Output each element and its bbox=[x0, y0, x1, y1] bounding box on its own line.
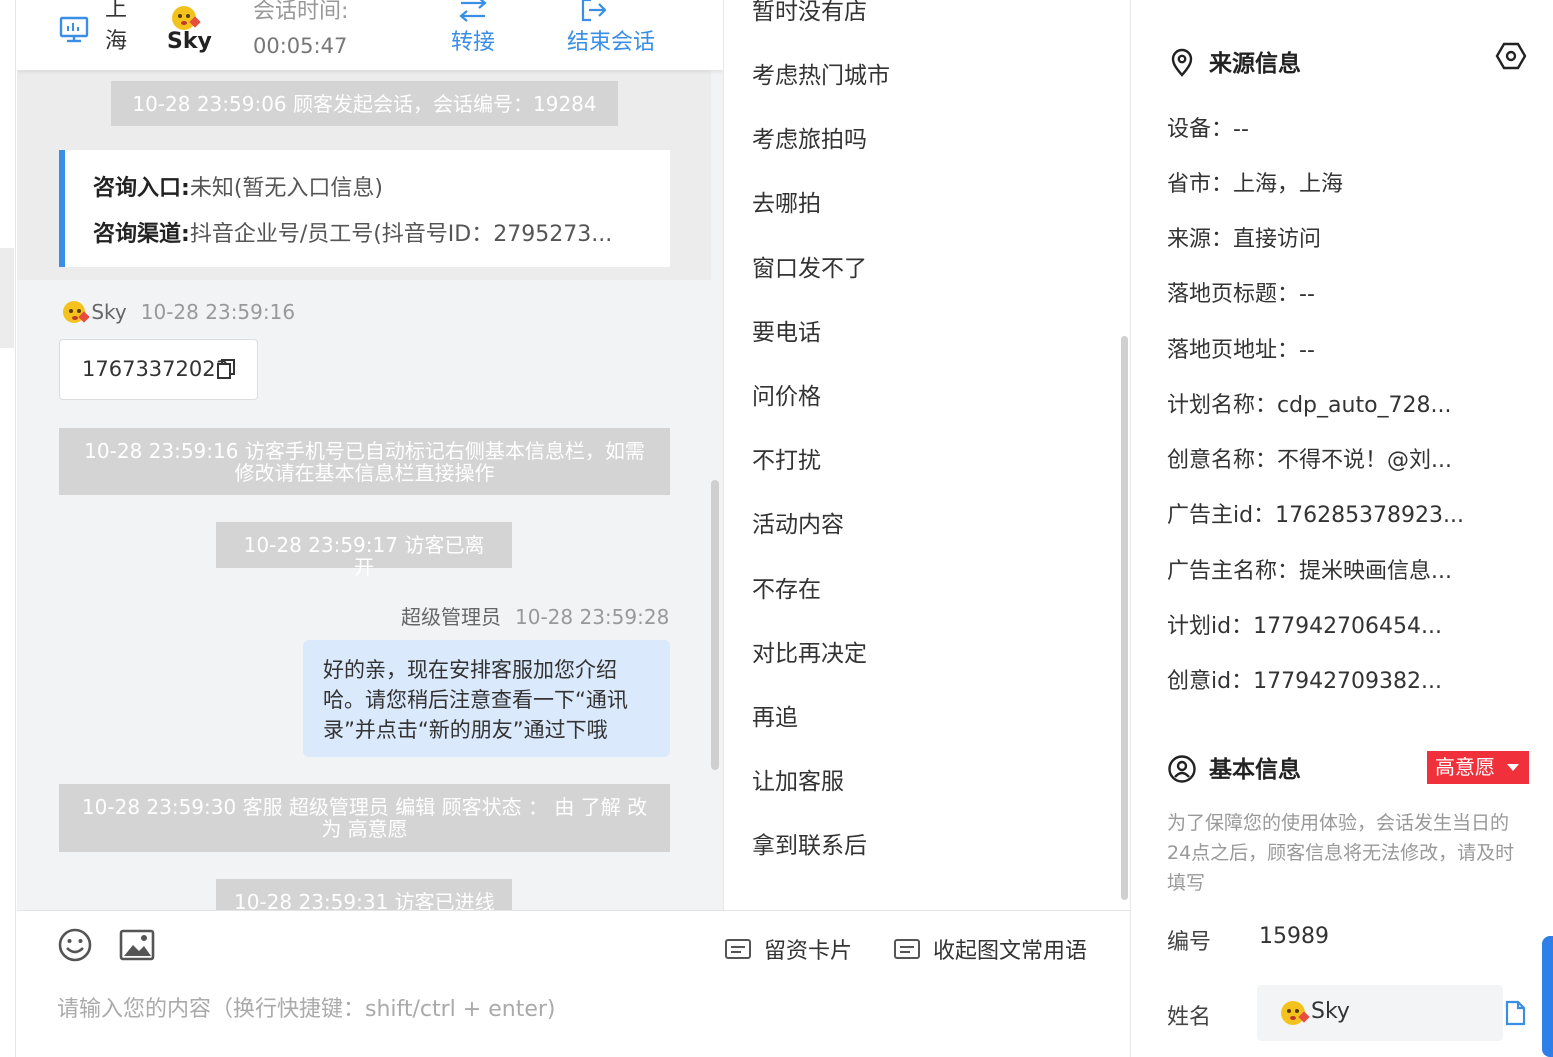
settings-hex-icon[interactable] bbox=[1495, 40, 1527, 72]
collapse-phrases-button[interactable]: 收起图文常用语 bbox=[893, 933, 1087, 965]
copy-icon[interactable] bbox=[217, 359, 235, 379]
session-start-message: 10-28 23:59:06 顾客发起会话，会话编号：19284 bbox=[111, 81, 618, 126]
agent-message-time: 10-28 23:59:28 bbox=[515, 605, 670, 629]
end-session-label: 结束会话 bbox=[566, 30, 655, 55]
session-time-value: 00:05:47 bbox=[253, 34, 348, 58]
left-edge-strip bbox=[0, 0, 16, 1057]
agent-message-bubble: 好的亲，现在安排客服加您介绍哈。请您稍后注意查看一下“通讯录”并点击“新的朋友”… bbox=[303, 640, 670, 757]
basic-info-label: 基本信息 bbox=[1209, 757, 1301, 783]
phrase-item[interactable]: 要电话 bbox=[752, 313, 821, 347]
channel-row: 咨询渠道:抖音企业号/员工号(抖音号ID：2795273... bbox=[93, 216, 670, 262]
phrase-item[interactable]: 让加客服 bbox=[752, 762, 844, 796]
app-root: 上海 Sky 会话时间: 00:05:47 转接 结束会话 10-28 23:5… bbox=[0, 0, 1553, 1057]
visitor-name: Sky bbox=[167, 29, 212, 54]
edit-deadline-notice: 为了保障您的使用体验，会话发生当日的24点之后，顾客信息将无法修改，请及时填写 bbox=[1167, 812, 1515, 894]
visitor-message-meta: Sky 10-28 23:59:16 bbox=[63, 300, 295, 324]
channel-value: 抖音企业号/员工号(抖音号ID：2795273... bbox=[189, 222, 613, 247]
message-input-area: 留资卡片 收起图文常用语 请输入您的内容（换行快捷键：shift/ctrl + … bbox=[17, 910, 1130, 1057]
customer-name-label: 姓名 bbox=[1167, 1005, 1212, 1030]
entry-label: 咨询入口: bbox=[93, 176, 190, 201]
source-row-advertiser-id: 广告主id：176285378923... bbox=[1167, 503, 1465, 528]
phrase-item[interactable]: 不打扰 bbox=[752, 441, 821, 475]
source-row-landing-title: 落地页标题：-- bbox=[1167, 282, 1315, 307]
phrase-scrollbar[interactable] bbox=[1121, 336, 1128, 900]
chat-header: 上海 Sky 会话时间: 00:05:47 转接 结束会话 bbox=[17, 0, 723, 70]
entry-value: 未知(暂无入口信息) bbox=[189, 176, 383, 201]
visitor-city: 上海 bbox=[105, 0, 128, 54]
message-icon bbox=[894, 939, 920, 959]
entry-info-card: 咨询入口:未知(暂无入口信息) 咨询渠道:抖音企业号/员工号(抖音号ID：279… bbox=[59, 150, 670, 267]
phrase-item[interactable]: 拿到联系后 bbox=[752, 826, 867, 860]
phrase-item[interactable]: 活动内容 bbox=[752, 505, 844, 539]
end-session-button[interactable]: 结束会话 bbox=[561, 0, 661, 56]
source-row-creative-name: 创意名称：不得不说！@刘... bbox=[1167, 448, 1452, 473]
source-row-advertiser-name: 广告主名称：提米映画信息... bbox=[1167, 559, 1452, 584]
source-row-origin: 来源：直接访问 bbox=[1167, 227, 1322, 252]
phrase-item[interactable]: 问价格 bbox=[752, 377, 821, 411]
lead-card-label: 留资卡片 bbox=[764, 939, 853, 964]
phrase-item[interactable]: 窗口发不了 bbox=[752, 249, 867, 283]
visitor-left-message: 10-28 23:59:17 访客已离开 bbox=[216, 522, 512, 578]
source-row-landing-url: 落地页地址：-- bbox=[1167, 338, 1315, 363]
customer-name-field[interactable]: Sky bbox=[1257, 985, 1503, 1041]
customer-id-value: 15989 bbox=[1259, 924, 1329, 949]
transfer-icon bbox=[459, 0, 487, 22]
monitor-icon bbox=[59, 16, 89, 43]
source-info-title: 来源信息 bbox=[1167, 44, 1301, 78]
phrase-item[interactable]: 再追 bbox=[752, 698, 798, 732]
agent-name: 超级管理员 bbox=[401, 605, 501, 629]
source-row-plan-name: 计划名称：cdp_auto_728... bbox=[1167, 393, 1452, 418]
visitor-phone-text: 17673372023 bbox=[82, 357, 229, 381]
source-row-region: 省市：上海，上海 bbox=[1167, 172, 1344, 197]
transfer-button[interactable]: 转接 bbox=[445, 0, 501, 56]
exit-icon bbox=[581, 0, 607, 22]
customer-info-panel: 来源信息 设备：-- 省市：上海，上海 来源：直接访问 落地页标题：-- 落地页… bbox=[1130, 0, 1553, 1057]
visitor-message-name: Sky bbox=[91, 300, 127, 324]
source-row-creative-id: 创意id：177942709382... bbox=[1167, 669, 1443, 694]
transfer-label: 转接 bbox=[450, 30, 495, 55]
phrase-item[interactable]: 考虑热门城市 bbox=[752, 56, 890, 90]
phone-tagged-notice: 10-28 23:59:16 访客手机号已自动标记右侧基本信息栏，如需修改请在基… bbox=[59, 428, 670, 495]
source-info-label: 来源信息 bbox=[1209, 51, 1301, 77]
source-row-plan-id: 计划id：177942706454... bbox=[1167, 614, 1443, 639]
status-edit-message: 10-28 23:59:30 客服 超级管理员 编辑 顾客状态 ： 由 了解 改… bbox=[59, 784, 670, 852]
phrase-item[interactable]: 考虑旅拍吗 bbox=[752, 120, 867, 154]
lead-card-button[interactable]: 留资卡片 bbox=[724, 933, 852, 965]
floating-side-tab[interactable] bbox=[1542, 936, 1553, 1057]
collapse-phrases-label: 收起图文常用语 bbox=[933, 939, 1088, 964]
visitor-back-message: 10-28 23:59:31 访客已进线 bbox=[216, 879, 512, 910]
chat-scrollbar[interactable] bbox=[711, 480, 719, 770]
basic-info-title: 基本信息 bbox=[1167, 750, 1301, 784]
visitor-message-time: 10-28 23:59:16 bbox=[140, 300, 296, 324]
entry-row: 咨询入口:未知(暂无入口信息) bbox=[93, 170, 670, 216]
agent-message-meta: 超级管理员 10-28 23:59:28 bbox=[401, 601, 669, 630]
customer-id-label: 编号 bbox=[1167, 930, 1212, 955]
source-row-device: 设备：-- bbox=[1167, 117, 1249, 142]
phrase-item[interactable]: 去哪拍 bbox=[752, 184, 821, 218]
intent-level-dropdown[interactable]: 高意愿 bbox=[1427, 751, 1529, 784]
message-input[interactable]: 请输入您的内容（换行快捷键：shift/ctrl + enter) bbox=[57, 991, 555, 1023]
phrase-item[interactable]: 暂时没有店 bbox=[752, 0, 867, 26]
visitor-phone-message: 17673372023 bbox=[59, 339, 258, 400]
document-copy-icon[interactable] bbox=[1503, 1000, 1527, 1026]
location-pin-icon bbox=[1171, 48, 1193, 77]
phrase-item[interactable]: 不存在 bbox=[752, 570, 821, 604]
session-time-label: 会话时间: bbox=[253, 0, 349, 24]
emoji-icon[interactable] bbox=[57, 927, 93, 963]
channel-label: 咨询渠道: bbox=[93, 222, 190, 247]
customer-emoji-icon bbox=[1281, 1001, 1310, 1025]
image-icon[interactable] bbox=[119, 927, 155, 963]
card-icon bbox=[725, 939, 751, 959]
chat-panel: 上海 Sky 会话时间: 00:05:47 转接 结束会话 10-28 23:5… bbox=[17, 0, 723, 910]
quick-phrase-panel: 暂时没有店 考虑热门城市 考虑旅拍吗 去哪拍 窗口发不了 要电话 问价格 不打扰… bbox=[723, 0, 1130, 910]
visitor-avatar-icon bbox=[63, 301, 90, 323]
left-collapse-tab[interactable] bbox=[0, 248, 14, 348]
customer-name-value: Sky bbox=[1311, 999, 1350, 1024]
phrase-item[interactable]: 对比再决定 bbox=[752, 634, 867, 668]
user-circle-icon bbox=[1168, 755, 1196, 783]
